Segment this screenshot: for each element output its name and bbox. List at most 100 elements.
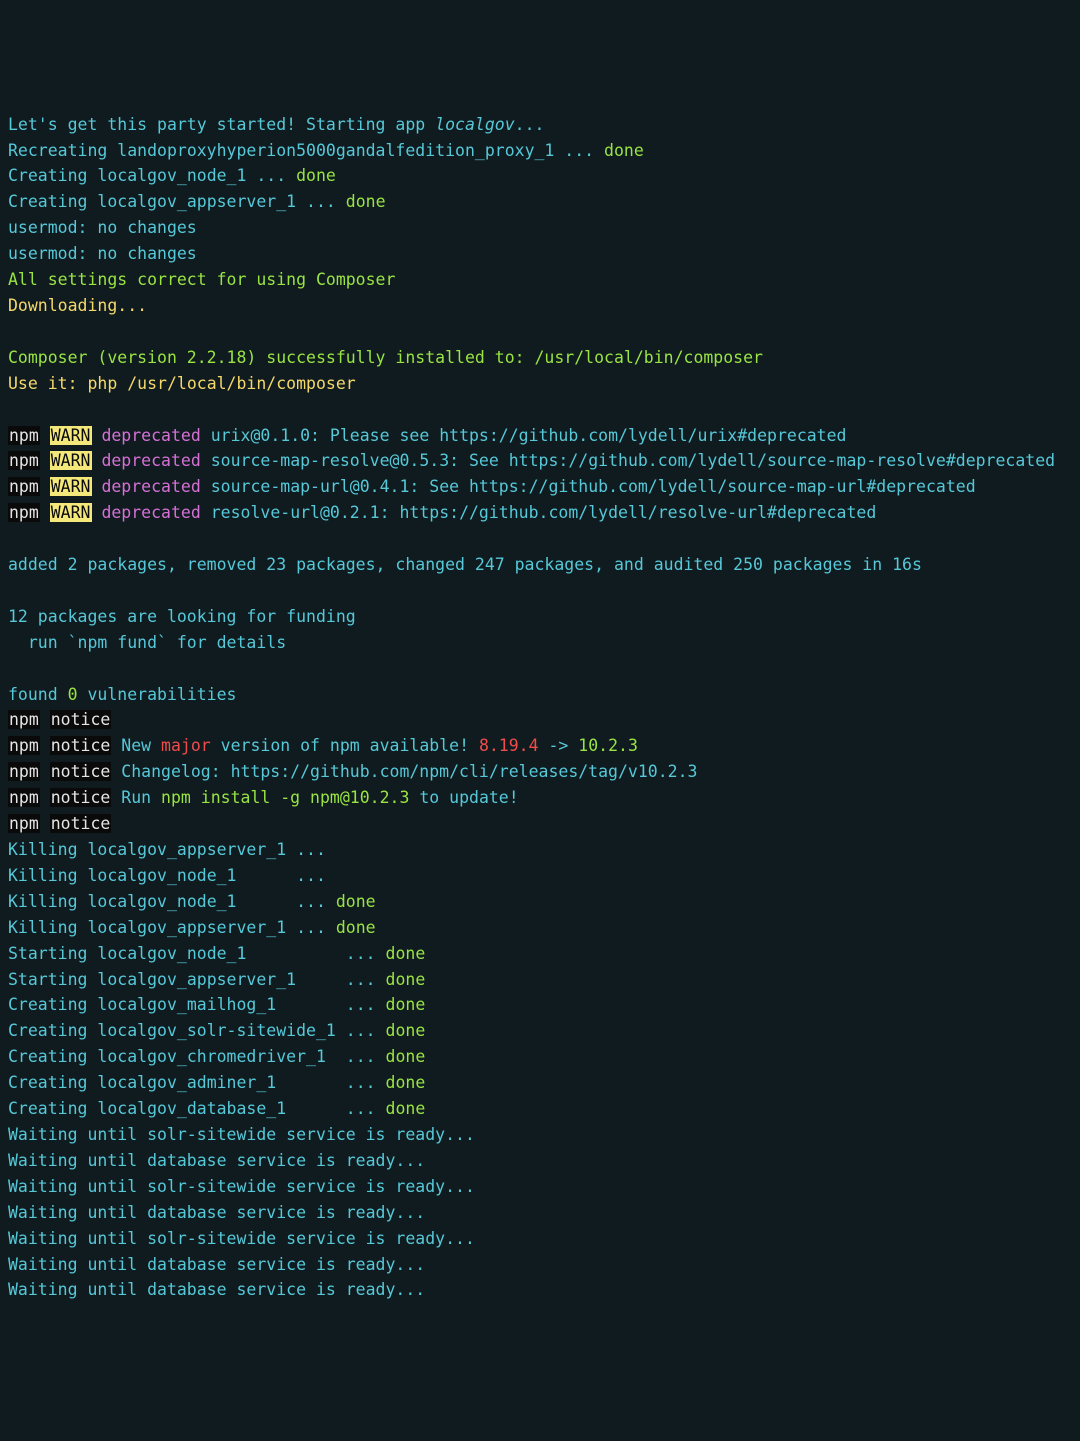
usermod-line: usermod: no changes <box>8 218 197 237</box>
npm-notice-changelog: Changelog: https://github.com/npm/cli/re… <box>121 762 697 781</box>
sc-done: done <box>386 944 426 963</box>
op-dots: ... <box>296 192 346 211</box>
op-action: Recreating <box>8 141 107 160</box>
npm-notice-new-mid: version of npm available! <box>211 736 479 755</box>
npm-label: npm <box>8 736 40 755</box>
kill-name: localgov_node_1 <box>87 866 286 885</box>
npm-warn-line: npm WARN deprecated resolve-url@0.2.1: h… <box>8 503 876 522</box>
sc-line: Starting localgov_node_1 ... done <box>8 944 425 963</box>
sc-name: localgov_chromedriver_1 <box>97 1047 335 1066</box>
op-name: landoproxyhyperion5000gandalfedition_pro… <box>117 141 554 160</box>
sc-name: localgov_database_1 <box>97 1099 335 1118</box>
npm-notice-newv: 10.2.3 <box>578 736 638 755</box>
op-dots: ... <box>554 141 604 160</box>
npm-warn-line: npm WARN deprecated urix@0.1.0: Please s… <box>8 426 846 445</box>
npm-notice-arrow: -> <box>539 736 579 755</box>
kill-done: done <box>336 892 376 911</box>
sc-dots: ... <box>336 1073 386 1092</box>
npm-notice-line: npm notice Changelog: https://github.com… <box>8 762 697 781</box>
kill-line: Killing localgov_node_1 ... <box>8 866 326 885</box>
npm-label: npm <box>8 503 40 522</box>
sc-dots: ... <box>336 970 386 989</box>
sc-done: done <box>386 1099 426 1118</box>
npm-notice-label: notice <box>50 762 112 781</box>
npm-notice-line: npm notice <box>8 814 111 833</box>
npm-notice-line: npm notice Run npm install -g npm@10.2.3… <box>8 788 519 807</box>
npm-notice-line: npm notice New major version of npm avai… <box>8 736 638 755</box>
sc-line: Creating localgov_mailhog_1 ... done <box>8 995 425 1014</box>
npm-vuln-n: 0 <box>68 685 78 704</box>
npm-notice-run-cmd: npm install -g npm@10.2.3 <box>161 788 409 807</box>
op-line: Creating localgov_node_1 ... done <box>8 166 336 185</box>
npm-deprecated: deprecated <box>101 477 200 496</box>
kill-line: Killing localgov_appserver_1 ... <box>8 840 326 859</box>
npm-warn-label: WARN <box>50 503 92 522</box>
kill-action: Killing <box>8 892 78 911</box>
sc-action: Creating <box>8 995 87 1014</box>
op-done: done <box>604 141 644 160</box>
sc-name: localgov_mailhog_1 <box>97 995 335 1014</box>
npm-warn-label: WARN <box>50 426 92 445</box>
npm-label: npm <box>8 762 40 781</box>
composer-useit: Use it: php /usr/local/bin/composer <box>8 374 356 393</box>
npm-deprecated: deprecated <box>101 426 200 445</box>
waiting-line: Waiting until database service is ready.… <box>8 1280 425 1299</box>
sc-dots: ... <box>336 944 386 963</box>
npm-deprecated: deprecated <box>101 503 200 522</box>
op-dots: ... <box>246 166 296 185</box>
kill-done: done <box>336 918 376 937</box>
intro-line: Let's get this party started! Starting a… <box>8 115 544 134</box>
kill-dots: ... <box>286 918 326 937</box>
sc-line: Creating localgov_solr-sitewide_1 ... do… <box>8 1021 425 1040</box>
waiting-line: Waiting until database service is ready.… <box>8 1151 425 1170</box>
npm-notice-label: notice <box>50 814 112 833</box>
kill-line: Killing localgov_appserver_1 ... done <box>8 918 376 937</box>
npm-vuln-post: vulnerabilities <box>78 685 237 704</box>
waiting-line: Waiting until database service is ready.… <box>8 1203 425 1222</box>
intro-prefix: Let's get this party started! Starting a… <box>8 115 435 134</box>
npm-warn-line: npm WARN deprecated source-map-url@0.4.1… <box>8 477 976 496</box>
npm-vuln-pre: found <box>8 685 68 704</box>
npm-notice-line: npm notice <box>8 710 111 729</box>
npm-notice-label: notice <box>50 710 112 729</box>
waiting-line: Waiting until solr-sitewide service is r… <box>8 1229 475 1248</box>
npm-notice-label: notice <box>50 736 112 755</box>
composer-installed-path: /usr/local/bin/composer <box>535 348 763 367</box>
sc-name: localgov_appserver_1 <box>97 970 335 989</box>
sc-dots: ... <box>336 1047 386 1066</box>
kill-name: localgov_node_1 <box>87 892 286 911</box>
sc-done: done <box>386 1073 426 1092</box>
sc-dots: ... <box>336 1021 386 1040</box>
terminal-output[interactable]: Let's get this party started! Starting a… <box>8 112 1072 1304</box>
kill-dots: ... <box>286 840 326 859</box>
op-action: Creating <box>8 192 87 211</box>
composer-downloading: Downloading... <box>8 296 147 315</box>
npm-warn-line: npm WARN deprecated source-map-resolve@0… <box>8 451 1055 470</box>
npm-warn-label: WARN <box>50 477 92 496</box>
sc-line: Creating localgov_adminer_1 ... done <box>8 1073 425 1092</box>
sc-action: Creating <box>8 1021 87 1040</box>
sc-done: done <box>386 970 426 989</box>
sc-line: Starting localgov_appserver_1 ... done <box>8 970 425 989</box>
op-line: Creating localgov_appserver_1 ... done <box>8 192 386 211</box>
composer-settings: All settings correct for using Composer <box>8 270 395 289</box>
npm-summary: added 2 packages, removed 23 packages, c… <box>8 555 922 574</box>
usermod-line: usermod: no changes <box>8 244 197 263</box>
kill-action: Killing <box>8 918 78 937</box>
op-done: done <box>296 166 336 185</box>
npm-warn-msg: urix@0.1.0: Please see https://github.co… <box>211 426 847 445</box>
kill-action: Killing <box>8 840 78 859</box>
npm-notice-major: major <box>161 736 211 755</box>
op-action: Creating <box>8 166 87 185</box>
sc-action: Starting <box>8 970 87 989</box>
sc-done: done <box>386 1047 426 1066</box>
kill-name: localgov_appserver_1 <box>87 918 286 937</box>
kill-line: Killing localgov_node_1 ... done <box>8 892 376 911</box>
op-name: localgov_node_1 <box>97 166 246 185</box>
npm-warn-msg: source-map-resolve@0.5.3: See https://gi… <box>211 451 1055 470</box>
sc-action: Creating <box>8 1047 87 1066</box>
op-name: localgov_appserver_1 <box>97 192 296 211</box>
sc-action: Creating <box>8 1073 87 1092</box>
npm-warn-msg: resolve-url@0.2.1: https://github.com/ly… <box>211 503 877 522</box>
sc-line: Creating localgov_database_1 ... done <box>8 1099 425 1118</box>
